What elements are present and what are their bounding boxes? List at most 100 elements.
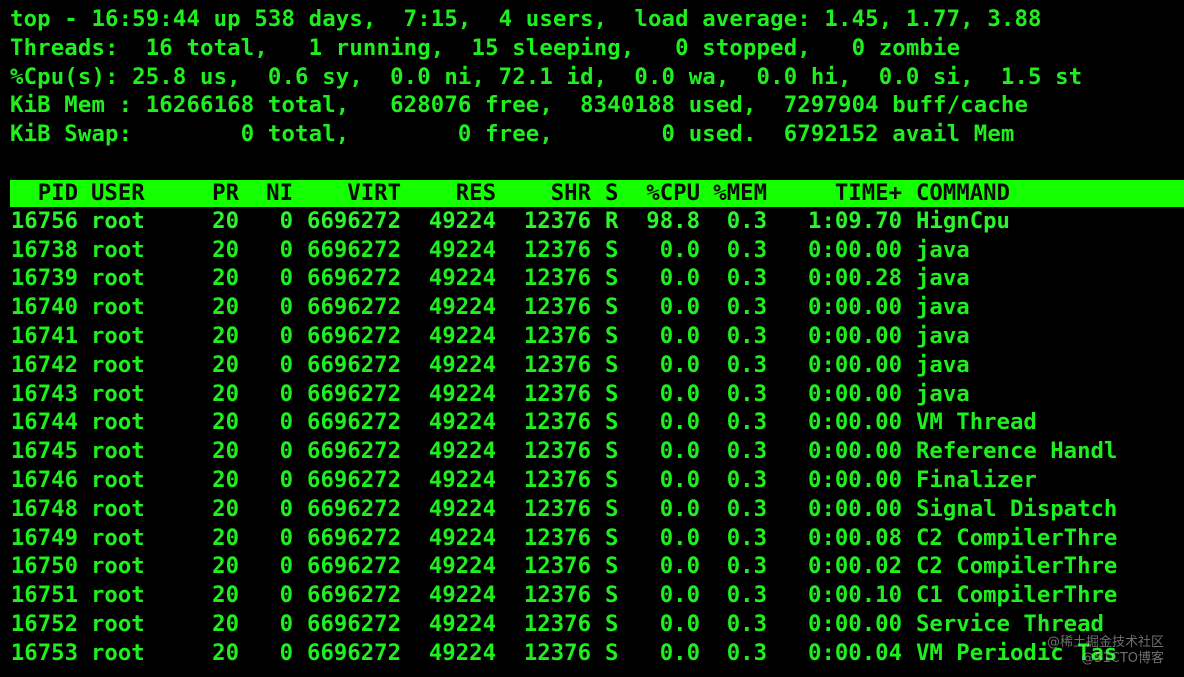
mem-cell: 0.3	[726, 438, 767, 465]
virt-cell: 6696272	[307, 438, 401, 465]
pid-cell: 16752	[10, 610, 78, 637]
col-virt: VIRT	[347, 179, 401, 206]
shr-cell: 12376	[523, 380, 591, 407]
cpu-cell: 0.0	[659, 553, 700, 580]
state-cell: S	[605, 466, 619, 493]
process-row: 16756 root 20 0 6696272 49224 12376 R 98.8 0.3 1:0…	[10, 207, 1184, 236]
command-cell: Reference Handl	[916, 438, 1118, 465]
res-cell: 49224	[428, 639, 496, 666]
shr-cell: 12376	[523, 466, 591, 493]
mem-cell: 0.3	[726, 351, 767, 378]
shr-cell: 12376	[523, 610, 591, 637]
mem-cell: 0.3	[726, 265, 767, 292]
pid-cell: 16738	[10, 236, 78, 263]
priority-cell: 20	[212, 495, 239, 522]
nice-cell: 0	[279, 495, 293, 522]
mem-cell: 0.3	[726, 466, 767, 493]
process-row: 16748 root 20 0 6696272 49224 12376 S 0.0 0.3 0:00…	[10, 495, 1184, 524]
process-row: 16751 root 20 0 6696272 49224 12376 S 0.0 0.3 0:00…	[10, 581, 1184, 610]
pid-cell: 16745	[10, 438, 78, 465]
virt-cell: 6696272	[307, 639, 401, 666]
pid-cell: 16750	[10, 553, 78, 580]
priority-cell: 20	[212, 553, 239, 580]
priority-cell: 20	[212, 409, 239, 436]
priority-cell: 20	[212, 322, 239, 349]
process-row: 16744 root 20 0 6696272 49224 12376 S 0.0 0.3 0:00…	[10, 408, 1184, 437]
state-cell: S	[605, 553, 619, 580]
user-cell: root	[91, 438, 145, 465]
virt-cell: 6696272	[307, 380, 401, 407]
virt-cell: 6696272	[307, 610, 401, 637]
top-summary: top - 16:59:44 up 538 days, 7:15, 4 user…	[10, 5, 1184, 149]
command-cell: java	[916, 294, 970, 321]
time-cell: 0:00.00	[808, 294, 902, 321]
process-row: 16749 root 20 0 6696272 49224 12376 S 0.0 0.3 0:00…	[10, 524, 1184, 553]
res-cell: 49224	[428, 207, 496, 234]
cpu-line: %Cpu(s): 25.8 us, 0.6 sy, 0.0 ni, 72.1 i…	[10, 63, 1083, 90]
time-cell: 0:00.00	[808, 236, 902, 263]
cpu-cell: 0.0	[659, 495, 700, 522]
state-cell: S	[605, 265, 619, 292]
time-cell: 0:00.00	[808, 466, 902, 493]
virt-cell: 6696272	[307, 409, 401, 436]
shr-cell: 12376	[523, 265, 591, 292]
swap-line: KiB Swap: 0 total, 0 free, 0 used. 67921…	[10, 121, 1015, 148]
res-cell: 49224	[428, 495, 496, 522]
process-row: 16745 root 20 0 6696272 49224 12376 S 0.0 0.3 0:00…	[10, 437, 1184, 466]
mem-line: KiB Mem : 16266168 total, 628076 free, 8…	[10, 92, 1029, 119]
process-row: 16753 root 20 0 6696272 49224 12376 S 0.0 0.3 0:00…	[10, 639, 1184, 668]
cpu-cell: 0.0	[659, 265, 700, 292]
col-res: RES	[455, 179, 496, 206]
virt-cell: 6696272	[307, 322, 401, 349]
command-cell: Finalizer	[916, 466, 1037, 493]
mem-cell: 0.3	[726, 495, 767, 522]
col-shr: SHR	[550, 179, 591, 206]
user-cell: root	[91, 639, 145, 666]
shr-cell: 12376	[523, 236, 591, 263]
state-cell: R	[605, 207, 619, 234]
priority-cell: 20	[212, 466, 239, 493]
pid-cell: 16744	[10, 409, 78, 436]
process-row: 16750 root 20 0 6696272 49224 12376 S 0.0 0.3 0:00…	[10, 552, 1184, 581]
virt-cell: 6696272	[307, 582, 401, 609]
priority-cell: 20	[212, 380, 239, 407]
process-row: 16743 root 20 0 6696272 49224 12376 S 0.0 0.3 0:00…	[10, 380, 1184, 409]
shr-cell: 12376	[523, 495, 591, 522]
cpu-cell: 0.0	[659, 322, 700, 349]
state-cell: S	[605, 495, 619, 522]
priority-cell: 20	[212, 236, 239, 263]
time-cell: 0:00.00	[808, 610, 902, 637]
priority-cell: 20	[212, 207, 239, 234]
command-cell: C1 CompilerThre	[916, 582, 1118, 609]
mem-cell: 0.3	[726, 236, 767, 263]
cpu-cell: 0.0	[659, 236, 700, 263]
res-cell: 49224	[428, 409, 496, 436]
user-cell: root	[91, 610, 145, 637]
cpu-cell: 0.0	[659, 524, 700, 551]
cpu-cell: 0.0	[659, 438, 700, 465]
priority-cell: 20	[212, 582, 239, 609]
threads-line: Threads: 16 total, 1 running, 15 sleepin…	[10, 34, 961, 61]
time-cell: 0:00.00	[808, 495, 902, 522]
command-cell: java	[916, 265, 970, 292]
time-cell: 0:00.00	[808, 322, 902, 349]
shr-cell: 12376	[523, 524, 591, 551]
uptime-load-line: top - 16:59:44 up 538 days, 7:15, 4 user…	[10, 6, 1042, 32]
watermark-line-2: @51CTO博客	[1081, 651, 1164, 666]
mem-cell: 0.3	[726, 207, 767, 234]
mem-cell: 0.3	[726, 380, 767, 407]
col-ni: NI	[266, 179, 293, 206]
pid-cell: 16756	[10, 207, 78, 234]
user-cell: root	[91, 466, 145, 493]
cpu-cell: 0.0	[659, 351, 700, 378]
res-cell: 49224	[428, 582, 496, 609]
user-cell: root	[91, 322, 145, 349]
user-cell: root	[91, 553, 145, 580]
state-cell: S	[605, 351, 619, 378]
nice-cell: 0	[279, 466, 293, 493]
cpu-cell: 98.8	[646, 207, 700, 234]
user-cell: root	[91, 495, 145, 522]
state-cell: S	[605, 236, 619, 263]
watermark-line-1: @稀土掘金技术社区	[1046, 635, 1164, 650]
res-cell: 49224	[428, 322, 496, 349]
